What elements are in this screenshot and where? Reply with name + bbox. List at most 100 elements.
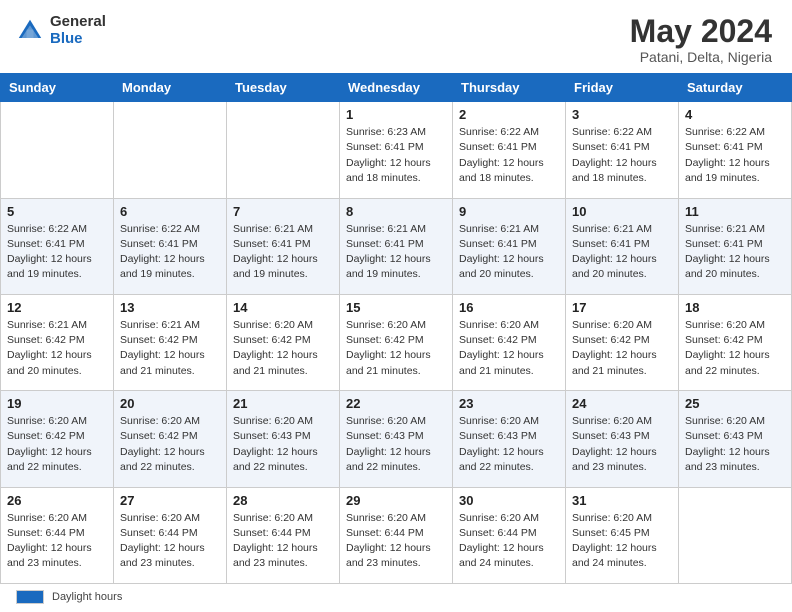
calendar-cell: 20 Sunrise: 6:20 AM Sunset: 6:42 PM Dayli… — [114, 391, 227, 487]
day-info: Sunrise: 6:21 AM Sunset: 6:41 PM Dayligh… — [572, 222, 672, 283]
calendar-cell: 17 Sunrise: 6:20 AM Sunset: 6:42 PM Dayli… — [566, 294, 679, 390]
calendar-cell — [1, 102, 114, 198]
calendar-cell: 6 Sunrise: 6:22 AM Sunset: 6:41 PM Daylig… — [114, 198, 227, 294]
logo: General Blue — [16, 14, 106, 47]
day-info: Sunrise: 6:21 AM Sunset: 6:42 PM Dayligh… — [120, 318, 220, 379]
day-info: Sunrise: 6:21 AM Sunset: 6:42 PM Dayligh… — [7, 318, 107, 379]
month-title: May 2024 — [630, 14, 772, 49]
calendar-cell: 19 Sunrise: 6:20 AM Sunset: 6:42 PM Dayli… — [1, 391, 114, 487]
calendar-cell: 28Sunrise: 6:20 AM Sunset: 6:44 PM Dayli… — [227, 487, 340, 583]
day-number: 17 — [572, 300, 672, 315]
day-info: Sunrise: 6:21 AM Sunset: 6:41 PM Dayligh… — [233, 222, 333, 283]
col-header-monday: Monday — [114, 74, 227, 102]
day-number: 18 — [685, 300, 785, 315]
day-info: Sunrise: 6:20 AM Sunset: 6:42 PM Dayligh… — [7, 414, 107, 475]
calendar-cell: 1Sunrise: 6:23 AM Sunset: 6:41 PM Daylig… — [340, 102, 453, 198]
week-row-3: 12 Sunrise: 6:21 AM Sunset: 6:42 PM Dayli… — [1, 294, 792, 390]
day-number: 31 — [572, 493, 672, 508]
day-info: Sunrise: 6:21 AM Sunset: 6:41 PM Dayligh… — [685, 222, 785, 283]
day-number: 19 — [7, 396, 107, 411]
day-info: Sunrise: 6:20 AM Sunset: 6:43 PM Dayligh… — [459, 414, 559, 475]
col-header-tuesday: Tuesday — [227, 74, 340, 102]
logo-general-text: General — [50, 14, 106, 31]
day-info: Sunrise: 6:21 AM Sunset: 6:41 PM Dayligh… — [346, 222, 446, 283]
day-number: 7 — [233, 204, 333, 219]
week-row-5: 26 Sunrise: 6:20 AM Sunset: 6:44 PM Dayli… — [1, 487, 792, 583]
calendar-cell: 30 Sunrise: 6:20 AM Sunset: 6:44 PM Dayli… — [453, 487, 566, 583]
logo-icon — [16, 17, 44, 45]
day-info: Sunrise: 6:20 AM Sunset: 6:42 PM Dayligh… — [572, 318, 672, 379]
day-info: Sunrise: 6:20 AM Sunset: 6:42 PM Dayligh… — [346, 318, 446, 379]
footer: Daylight hours — [0, 584, 792, 612]
calendar-cell: 3 Sunrise: 6:22 AM Sunset: 6:41 PM Daylig… — [566, 102, 679, 198]
day-number: 27 — [120, 493, 220, 508]
day-info: Sunrise: 6:20 AM Sunset: 6:45 PM Dayligh… — [572, 511, 672, 572]
day-info: Sunrise: 6:20 AM Sunset: 6:42 PM Dayligh… — [685, 318, 785, 379]
day-number: 4 — [685, 107, 785, 122]
calendar-cell: 18 Sunrise: 6:20 AM Sunset: 6:42 PM Dayli… — [679, 294, 792, 390]
calendar-cell — [679, 487, 792, 583]
title-block: May 2024 Patani, Delta, Nigeria — [630, 14, 772, 65]
header: General Blue May 2024 Patani, Delta, Nig… — [0, 0, 792, 73]
header-row: SundayMondayTuesdayWednesdayThursdayFrid… — [1, 74, 792, 102]
day-number: 6 — [120, 204, 220, 219]
col-header-sunday: Sunday — [1, 74, 114, 102]
day-info: Sunrise: 6:20 AM Sunset: 6:44 PM Dayligh… — [7, 511, 107, 572]
day-info: Sunrise: 6:20 AM Sunset: 6:43 PM Dayligh… — [233, 414, 333, 475]
week-row-1: 1Sunrise: 6:23 AM Sunset: 6:41 PM Daylig… — [1, 102, 792, 198]
calendar-cell: 25 Sunrise: 6:20 AM Sunset: 6:43 PM Dayli… — [679, 391, 792, 487]
day-info: Sunrise: 6:22 AM Sunset: 6:41 PM Dayligh… — [120, 222, 220, 283]
calendar-cell: 14Sunrise: 6:20 AM Sunset: 6:42 PM Dayli… — [227, 294, 340, 390]
day-number: 8 — [346, 204, 446, 219]
day-number: 13 — [120, 300, 220, 315]
day-info: Sunrise: 6:20 AM Sunset: 6:43 PM Dayligh… — [685, 414, 785, 475]
day-info: Sunrise: 6:20 AM Sunset: 6:42 PM Dayligh… — [120, 414, 220, 475]
day-info: Sunrise: 6:22 AM Sunset: 6:41 PM Dayligh… — [572, 125, 672, 186]
week-row-4: 19 Sunrise: 6:20 AM Sunset: 6:42 PM Dayli… — [1, 391, 792, 487]
col-header-saturday: Saturday — [679, 74, 792, 102]
page: General Blue May 2024 Patani, Delta, Nig… — [0, 0, 792, 612]
col-header-thursday: Thursday — [453, 74, 566, 102]
day-info: Sunrise: 6:22 AM Sunset: 6:41 PM Dayligh… — [459, 125, 559, 186]
calendar-cell: 22 Sunrise: 6:20 AM Sunset: 6:43 PM Dayli… — [340, 391, 453, 487]
day-info: Sunrise: 6:20 AM Sunset: 6:44 PM Dayligh… — [346, 511, 446, 572]
day-info: Sunrise: 6:20 AM Sunset: 6:44 PM Dayligh… — [233, 511, 333, 572]
day-number: 16 — [459, 300, 559, 315]
day-number: 22 — [346, 396, 446, 411]
day-number: 5 — [7, 204, 107, 219]
day-number: 30 — [459, 493, 559, 508]
day-number: 23 — [459, 396, 559, 411]
day-info: Sunrise: 6:20 AM Sunset: 6:43 PM Dayligh… — [572, 414, 672, 475]
calendar-cell: 13 Sunrise: 6:21 AM Sunset: 6:42 PM Dayli… — [114, 294, 227, 390]
day-number: 2 — [459, 107, 559, 122]
day-number: 3 — [572, 107, 672, 122]
day-info: Sunrise: 6:23 AM Sunset: 6:41 PM Dayligh… — [346, 125, 446, 186]
day-info: Sunrise: 6:20 AM Sunset: 6:44 PM Dayligh… — [120, 511, 220, 572]
calendar-cell: 8 Sunrise: 6:21 AM Sunset: 6:41 PM Daylig… — [340, 198, 453, 294]
day-number: 12 — [7, 300, 107, 315]
calendar-cell: 4Sunrise: 6:22 AM Sunset: 6:41 PM Daylig… — [679, 102, 792, 198]
calendar-cell: 21Sunrise: 6:20 AM Sunset: 6:43 PM Dayli… — [227, 391, 340, 487]
day-number: 9 — [459, 204, 559, 219]
calendar-cell: 15Sunrise: 6:20 AM Sunset: 6:42 PM Dayli… — [340, 294, 453, 390]
day-number: 11 — [685, 204, 785, 219]
day-info: Sunrise: 6:20 AM Sunset: 6:44 PM Dayligh… — [459, 511, 559, 572]
day-info: Sunrise: 6:20 AM Sunset: 6:42 PM Dayligh… — [233, 318, 333, 379]
day-number: 24 — [572, 396, 672, 411]
day-info: Sunrise: 6:20 AM Sunset: 6:43 PM Dayligh… — [346, 414, 446, 475]
day-number: 25 — [685, 396, 785, 411]
calendar-cell: 16Sunrise: 6:20 AM Sunset: 6:42 PM Dayli… — [453, 294, 566, 390]
week-row-2: 5 Sunrise: 6:22 AM Sunset: 6:41 PM Daylig… — [1, 198, 792, 294]
day-number: 20 — [120, 396, 220, 411]
calendar-cell: 11 Sunrise: 6:21 AM Sunset: 6:41 PM Dayli… — [679, 198, 792, 294]
calendar-cell — [227, 102, 340, 198]
calendar-cell: 26 Sunrise: 6:20 AM Sunset: 6:44 PM Dayli… — [1, 487, 114, 583]
day-number: 26 — [7, 493, 107, 508]
calendar-cell: 31 Sunrise: 6:20 AM Sunset: 6:45 PM Dayli… — [566, 487, 679, 583]
calendar-cell: 7 Sunrise: 6:21 AM Sunset: 6:41 PM Daylig… — [227, 198, 340, 294]
calendar-cell: 24 Sunrise: 6:20 AM Sunset: 6:43 PM Dayli… — [566, 391, 679, 487]
col-header-friday: Friday — [566, 74, 679, 102]
logo-text: General Blue — [50, 14, 106, 47]
calendar-cell — [114, 102, 227, 198]
calendar-cell: 29Sunrise: 6:20 AM Sunset: 6:44 PM Dayli… — [340, 487, 453, 583]
